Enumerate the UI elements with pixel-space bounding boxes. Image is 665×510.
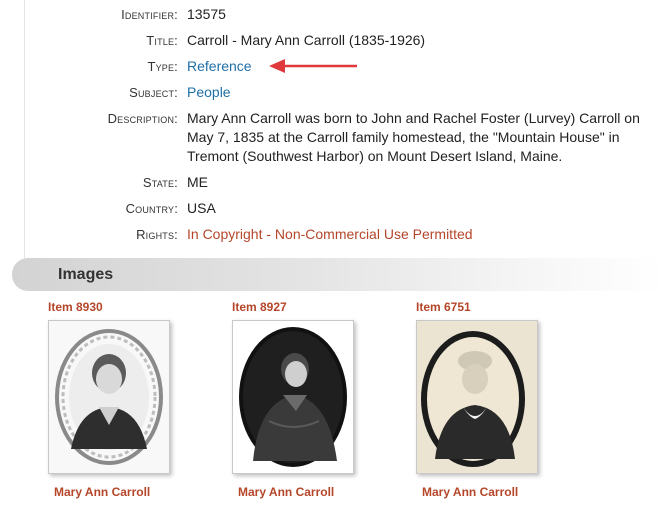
description-value: Mary Ann Carroll was born to John and Ra… — [187, 110, 640, 164]
item-caption-link[interactable]: Mary Ann Carroll — [54, 485, 150, 499]
portrait-thumbnail[interactable] — [232, 320, 354, 474]
title-row: Title: Carroll - Mary Ann Carroll (1835-… — [0, 31, 665, 50]
portrait-image-icon — [233, 321, 353, 473]
title-label: Title: — [146, 33, 178, 48]
rights-row: Rights: In Copyright - Non-Commercial Us… — [0, 225, 665, 244]
state-label: State: — [142, 175, 178, 190]
subject-row: Subject: People — [0, 83, 665, 102]
image-item: Item 6751 Mary Ann Carroll — [416, 300, 556, 499]
rights-link[interactable]: In Copyright - Non-Commercial Use Permit… — [187, 225, 473, 244]
item-number-link[interactable]: Item 8930 — [48, 300, 188, 314]
country-label: Country: — [125, 201, 178, 216]
portrait-thumbnail[interactable] — [416, 320, 538, 474]
description-label: Description: — [107, 111, 178, 126]
item-caption-link[interactable]: Mary Ann Carroll — [238, 485, 334, 499]
portrait-image-icon — [417, 321, 537, 473]
item-number-link[interactable]: Item 8927 — [232, 300, 372, 314]
type-link[interactable]: Reference — [187, 57, 252, 76]
metadata-list: Identifier: 13575 Title: Carroll - Mary … — [0, 5, 665, 251]
subject-link[interactable]: People — [187, 83, 231, 102]
annotation-arrow-icon — [269, 59, 357, 73]
country-value: USA — [187, 200, 216, 216]
subject-label: Subject: — [129, 85, 178, 100]
images-section-title: Images — [58, 266, 114, 283]
description-row: Description: Mary Ann Carroll was born t… — [0, 109, 665, 166]
identifier-value: 13575 — [187, 6, 226, 22]
country-row: Country: USA — [0, 199, 665, 218]
image-item: Item 8930 Mary Ann Carroll — [48, 300, 188, 499]
portrait-image-icon — [49, 321, 169, 473]
image-item: Item 8927 Mary Ann Carroll — [232, 300, 372, 499]
identifier-row: Identifier: 13575 — [0, 5, 665, 24]
title-value: Carroll - Mary Ann Carroll (1835-1926) — [187, 32, 426, 48]
state-value: ME — [187, 174, 208, 190]
rights-label: Rights: — [136, 227, 178, 242]
item-caption-link[interactable]: Mary Ann Carroll — [422, 485, 518, 499]
item-number-link[interactable]: Item 6751 — [416, 300, 556, 314]
type-label: Type: — [147, 59, 178, 74]
portrait-thumbnail[interactable] — [48, 320, 170, 474]
images-section-header: Images — [12, 258, 665, 291]
state-row: State: ME — [0, 173, 665, 192]
identifier-label: Identifier: — [121, 7, 178, 22]
